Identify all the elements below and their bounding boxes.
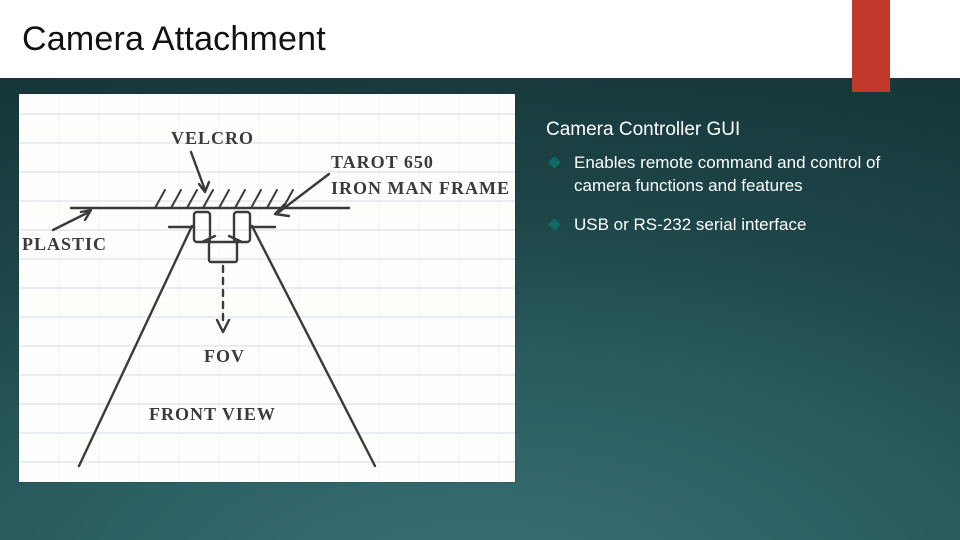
- sketch-label-front: FRONT VIEW: [149, 404, 276, 424]
- bullet-item: USB or RS-232 serial interface: [546, 214, 928, 237]
- slide-title: Camera Attachment: [22, 20, 326, 59]
- slide-root: Camera Attachment: [0, 0, 960, 540]
- sketch-figure: PLASTIC VELCRO TAROT 650 IRON MAN FRAME …: [19, 94, 515, 482]
- sketch-label-velcro: VELCRO: [171, 128, 254, 148]
- bullet-item: Enables remote command and control of ca…: [546, 152, 928, 198]
- sketch-label-frame2: IRON MAN FRAME: [331, 178, 510, 198]
- bullet-icon: [548, 218, 561, 231]
- title-bar: Camera Attachment: [0, 0, 960, 78]
- sketch-label-fov: FOV: [204, 346, 245, 366]
- bullet-list: Enables remote command and control of ca…: [546, 152, 928, 253]
- sketch-svg: PLASTIC VELCRO TAROT 650 IRON MAN FRAME …: [19, 94, 515, 482]
- bullet-text: USB or RS-232 serial interface: [574, 215, 806, 234]
- sketch-label-frame1: TAROT 650: [331, 152, 434, 172]
- sketch-label-plastic: PLASTIC: [22, 234, 107, 254]
- accent-block-icon: [852, 0, 890, 92]
- bullet-text: Enables remote command and control of ca…: [574, 153, 880, 195]
- bullet-icon: [548, 156, 561, 169]
- content-subheading: Camera Controller GUI: [546, 119, 740, 141]
